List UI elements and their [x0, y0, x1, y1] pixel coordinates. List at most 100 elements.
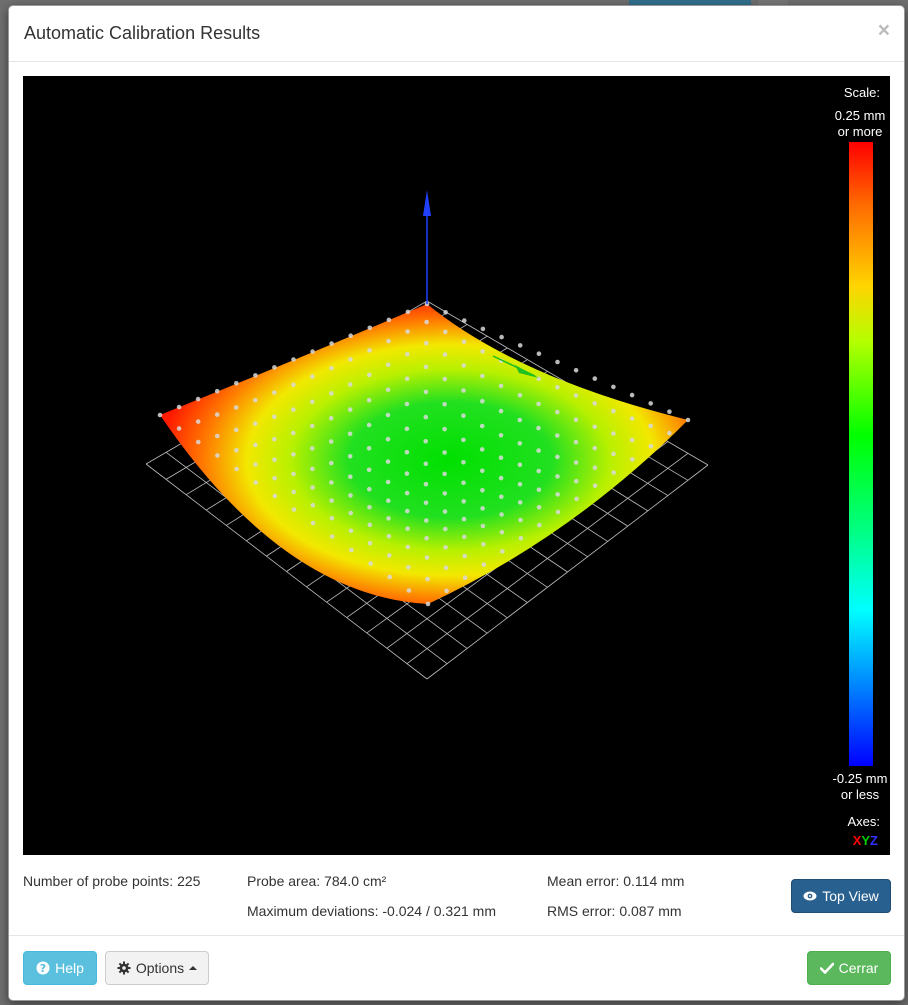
probe-point [480, 398, 485, 404]
calibration-modal: Automatic Calibration Results × Scale: 0… [8, 5, 905, 1001]
probe-point [574, 478, 579, 484]
probe-point [667, 430, 672, 436]
probe-point [176, 426, 182, 431]
probe-point [366, 422, 372, 428]
probe-point [555, 509, 561, 515]
probe-point [215, 433, 220, 439]
probe-point [555, 492, 560, 497]
help-label: Help [55, 960, 84, 976]
probe-point [498, 455, 504, 461]
axes-legend: XYZ [853, 833, 878, 848]
help-button[interactable]: ? Help [23, 951, 97, 985]
check-icon [819, 962, 834, 974]
stat-max-deviations: Maximum deviations: -0.024 / 0.321 mm [247, 903, 496, 919]
probe-point [253, 462, 258, 467]
probe-point [424, 319, 429, 325]
probe-point [348, 333, 354, 339]
probe-point [481, 562, 487, 567]
probe-point [480, 326, 486, 332]
probe-point [404, 490, 410, 496]
probe-point [329, 480, 334, 485]
probe-point [425, 601, 431, 607]
probe-point [444, 588, 449, 594]
probe-point [498, 475, 504, 481]
caret-up-icon [189, 966, 198, 970]
probe-point [347, 407, 353, 412]
probe-point [404, 376, 410, 382]
stat-probe-area: Probe area: 784.0 cm² [247, 873, 387, 889]
top-view-button[interactable]: Top View [791, 879, 891, 913]
probe-point [253, 442, 258, 448]
probe-point [499, 334, 504, 340]
bed-mesh-surface [160, 304, 688, 604]
modal-header: Automatic Calibration Results × [9, 6, 904, 62]
scale-min-value: -0.25 mm [832, 771, 888, 786]
probe-point [234, 427, 239, 433]
probe-point [310, 349, 315, 354]
scale-max-label: 0.25 mm or more [823, 108, 890, 140]
scale-max-value: 0.25 mm [834, 108, 886, 123]
probe-point [386, 362, 391, 368]
probe-point [442, 426, 447, 432]
probe-point [442, 491, 448, 496]
probe-point [386, 498, 391, 504]
probe-point [310, 502, 316, 508]
probe-point [404, 426, 410, 432]
probe-point [386, 533, 392, 539]
close-icon[interactable]: × [878, 19, 890, 43]
close-button[interactable]: Cerrar [807, 951, 891, 985]
top-view-label: Top View [822, 888, 879, 904]
probe-point [386, 338, 391, 344]
probe-point [387, 574, 393, 580]
probe-point [330, 534, 335, 539]
probe-point [500, 549, 505, 554]
probe-point [233, 405, 239, 410]
probe-point [536, 448, 541, 453]
probe-point [406, 588, 412, 593]
probe-point [347, 454, 353, 459]
probe-point [272, 365, 277, 370]
bed-mesh-scene[interactable] [23, 76, 890, 855]
probe-point [536, 468, 541, 474]
probe-point [423, 364, 429, 370]
svg-text:?: ? [40, 962, 46, 975]
footer-divider [9, 935, 904, 936]
probe-point [667, 409, 672, 415]
probe-point [461, 413, 466, 419]
probe-point [214, 412, 220, 417]
probe-point [479, 423, 485, 429]
probe-point [481, 542, 486, 547]
probe-point [291, 489, 297, 495]
probe-point [348, 474, 353, 480]
probe-point [574, 496, 579, 502]
probe-point [310, 466, 315, 472]
probe-point [517, 417, 523, 423]
options-button[interactable]: Options [105, 951, 209, 985]
probe-point [291, 430, 296, 436]
scale-title: Scale: [843, 85, 880, 100]
probe-point [536, 487, 542, 493]
probe-point [405, 309, 411, 315]
probe-point [461, 363, 467, 368]
probe-point [329, 515, 335, 521]
probe-point [629, 392, 635, 398]
probe-point [555, 385, 560, 390]
probe-point [291, 357, 296, 362]
probe-point [555, 433, 560, 438]
probe-point [442, 402, 447, 407]
probe-point [423, 461, 429, 467]
probe-point [196, 439, 201, 445]
probe-point [329, 391, 334, 396]
probe-point [592, 465, 598, 471]
probe-point [385, 479, 391, 485]
probe-point [385, 412, 391, 418]
probe-point [592, 376, 598, 381]
probe-point [462, 534, 467, 540]
probe-point [272, 476, 277, 481]
probe-point [461, 480, 466, 486]
probe-point [592, 483, 598, 489]
scale-min-label: -0.25 mm or less [823, 771, 890, 803]
probe-point [517, 462, 523, 468]
calibration-3d-viewer[interactable]: Scale: 0.25 mm or more -0.25 mm or less … [23, 76, 890, 855]
probe-point [291, 471, 296, 477]
